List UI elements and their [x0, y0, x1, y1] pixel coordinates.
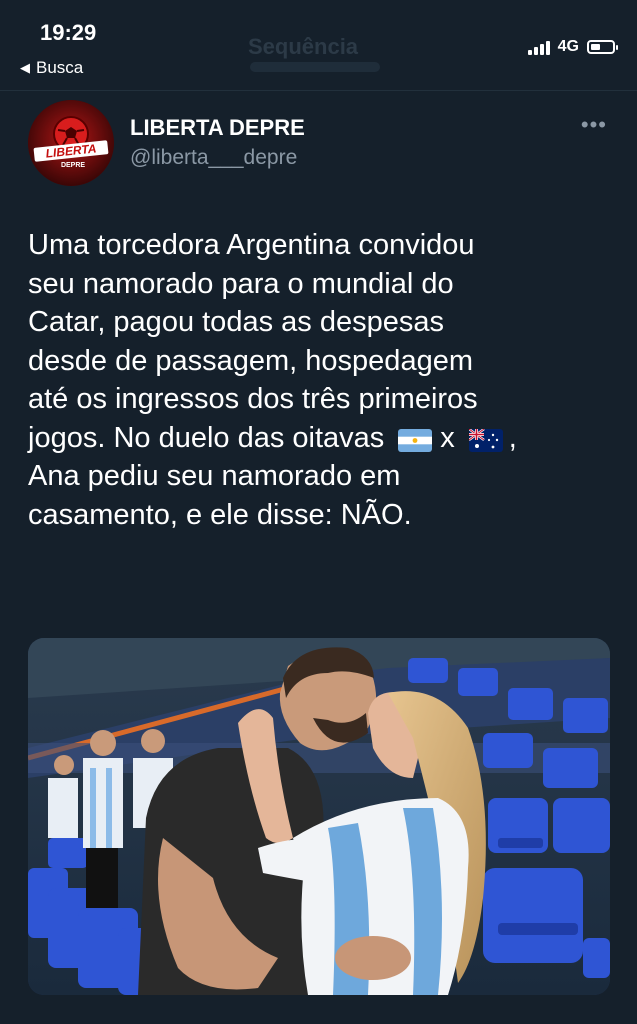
tweet-line: seu namorado para o mundial do [28, 267, 454, 300]
back-to-search-button[interactable]: ◀ Busca [20, 58, 83, 78]
battery-level [591, 44, 600, 50]
signal-icon [527, 39, 550, 55]
ghost-header-subtitle [250, 62, 380, 72]
tweet-line: até os ingressos dos três primeiros [28, 383, 478, 415]
back-label: Busca [36, 58, 84, 77]
battery-icon [587, 40, 618, 54]
tweet-line-segment: jogos. No duelo das oitavas [28, 421, 385, 454]
header-divider [0, 90, 637, 91]
australia-flag-icon [468, 424, 503, 453]
tweet-line: casamento, e ele disse: NÃO. [28, 498, 412, 531]
status-bar: Sequência 19:29 ◀ Busca 4G [0, 0, 637, 90]
tweet-line: desde de passagem, hospedagem [28, 344, 473, 377]
tweet-photo[interactable] [28, 638, 610, 995]
status-indicators: 4G [527, 38, 618, 56]
clock: 19:29 [40, 20, 97, 45]
argentina-flag-icon [398, 424, 433, 453]
tweet-line: Uma torcedora Argentina convidou [28, 229, 475, 261]
back-arrow-icon: ◀ [20, 60, 30, 75]
ghost-header-title: Sequência [248, 34, 359, 59]
avatar[interactable]: LIBERTA DEPRE [28, 100, 114, 186]
couple-kissing-in-stadium-photo [28, 638, 610, 995]
tweet-line-segment: , [508, 421, 517, 454]
more-options-icon[interactable]: ••• [581, 112, 607, 138]
user-handle[interactable]: @liberta___depre [130, 146, 297, 170]
tweet-line-flags: jogos. No duelo das oitavas x , [28, 419, 618, 458]
network-type: 4G [557, 38, 579, 55]
tweet-text: Uma torcedora Argentina convidou seu nam… [28, 226, 618, 534]
tweet-line: Catar, pagou todas as despesas [28, 306, 444, 338]
versus-x: x [440, 421, 455, 454]
display-name[interactable]: LIBERTA DEPRE [130, 115, 305, 141]
tweet-line: Ana pediu seu namorado em [28, 460, 401, 492]
svg-text:DEPRE: DEPRE [61, 162, 85, 169]
